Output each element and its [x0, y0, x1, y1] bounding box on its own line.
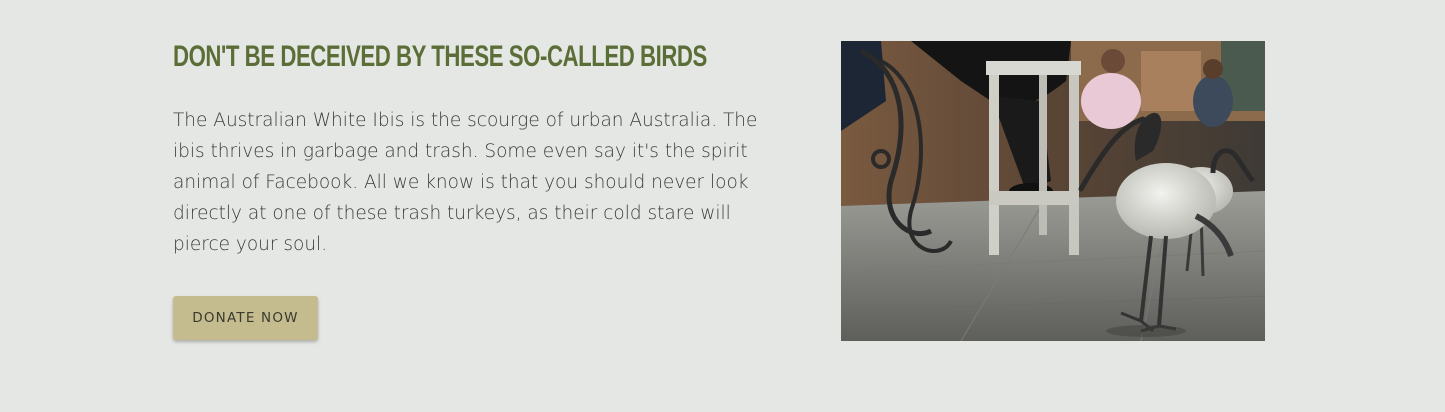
section-description: The Australian White Ibis is the scourge…: [173, 105, 785, 260]
ibis-photo: [841, 41, 1265, 341]
section-heading: DON'T BE DECEIVED BY THESE SO-CALLED BIR…: [173, 40, 707, 73]
ibis-section: DON'T BE DECEIVED BY THESE SO-CALLED BIR…: [0, 0, 1445, 412]
text-column: DON'T BE DECEIVED BY THESE SO-CALLED BIR…: [173, 38, 793, 260]
description-line: directly at one of these trash turkeys, …: [173, 203, 731, 224]
description-line: The Australian White Ibis is the scourge…: [173, 110, 758, 131]
description-line: ibis thrives in garbage and trash. Some …: [173, 141, 748, 162]
ibis-photo-illustration: [841, 41, 1265, 341]
description-line: animal of Facebook. All we know is that …: [173, 172, 749, 193]
description-line: pierce your soul.: [173, 234, 328, 255]
donate-now-button[interactable]: DONATE NOW: [173, 296, 318, 340]
